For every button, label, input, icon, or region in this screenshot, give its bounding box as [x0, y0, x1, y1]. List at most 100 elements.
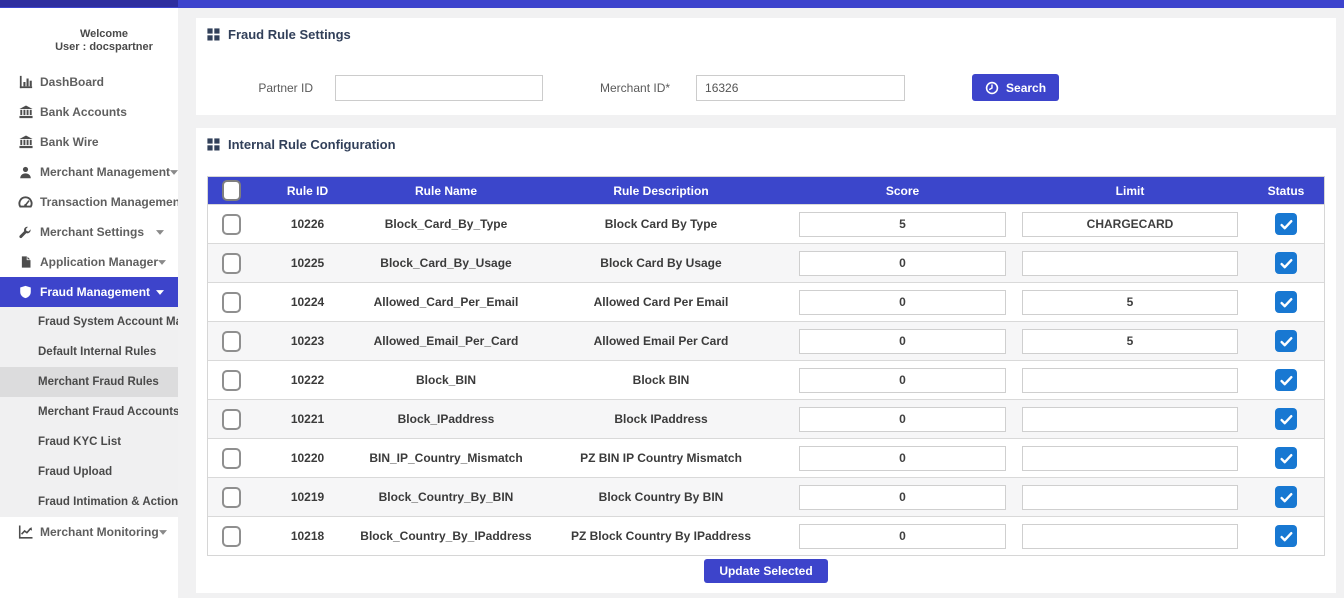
row-checkbox[interactable]	[222, 487, 241, 508]
rule-name-cell: Block_Card_By_Type	[361, 205, 531, 243]
fraud-management-submenu: Fraud System Account Master Default Inte…	[0, 307, 178, 517]
score-input[interactable]	[799, 251, 1006, 276]
top-bar-left-segment	[0, 0, 178, 7]
score-input[interactable]	[799, 446, 1006, 471]
check-icon	[1279, 451, 1294, 466]
sidebar-subitem-label: Fraud Intimation & Action	[38, 496, 178, 508]
status-checkbox[interactable]	[1275, 486, 1297, 508]
score-input[interactable]	[799, 329, 1006, 354]
sidebar-item[interactable]: Transaction Management	[0, 187, 178, 217]
rule-description-cell: Block Card By Type	[531, 205, 791, 243]
row-checkbox[interactable]	[222, 448, 241, 469]
rule-id-cell: 10218	[254, 517, 361, 555]
sidebar-subitem[interactable]: Merchant Fraud Accounts	[0, 397, 178, 427]
score-input[interactable]	[799, 212, 1006, 237]
sidebar-item[interactable]: Bank Accounts	[0, 97, 178, 127]
rule-name-cell: Block_IPaddress	[361, 400, 531, 438]
score-input[interactable]	[799, 485, 1006, 510]
status-checkbox[interactable]	[1275, 408, 1297, 430]
sidebar-subitem[interactable]: Fraud KYC List	[0, 427, 178, 457]
caret-down-icon	[156, 230, 164, 235]
sidebar-item-label: Application Manager	[40, 255, 158, 269]
sidebar-item[interactable]: Fraud Management	[0, 277, 178, 307]
sidebar-item[interactable]: Merchant Monitoring	[0, 517, 178, 547]
sidebar-item[interactable]: DashBoard	[0, 67, 178, 97]
table-row: 10225 Block_Card_By_Usage Block Card By …	[208, 243, 1324, 282]
limit-input[interactable]	[1022, 251, 1238, 276]
status-checkbox[interactable]	[1275, 213, 1297, 235]
sidebar-subitem[interactable]: Default Internal Rules	[0, 337, 178, 367]
sidebar-subitem[interactable]: Fraud Upload	[0, 457, 178, 487]
rule-name-cell: Block_Country_By_IPaddress	[361, 517, 531, 555]
check-icon	[1279, 529, 1294, 544]
sidebar-item[interactable]: Merchant Settings	[0, 217, 178, 247]
select-all-checkbox[interactable]	[222, 180, 241, 201]
welcome-user: User : docspartner	[30, 41, 178, 54]
sidebar: Welcome User : docspartner DashBoard Ban…	[0, 8, 178, 598]
status-checkbox[interactable]	[1275, 447, 1297, 469]
sidebar-item-label: Merchant Monitoring	[40, 525, 159, 539]
sidebar-item-label: Merchant Management	[40, 165, 170, 179]
rule-description-cell: Block IPaddress	[531, 400, 791, 438]
search-button-label: Search	[1006, 81, 1046, 95]
caret-down-icon	[156, 290, 164, 295]
rule-id-cell: 10226	[254, 205, 361, 243]
rule-description-cell: Block Country By BIN	[531, 478, 791, 516]
sidebar-item[interactable]: Application Manager	[0, 247, 178, 277]
status-checkbox[interactable]	[1275, 291, 1297, 313]
sidebar-subitem-label: Fraud System Account Master	[38, 316, 178, 328]
score-input[interactable]	[799, 290, 1006, 315]
limit-input[interactable]	[1022, 485, 1238, 510]
limit-input[interactable]	[1022, 368, 1238, 393]
rule-description-cell: PZ BIN IP Country Mismatch	[531, 439, 791, 477]
bank-icon	[17, 135, 34, 149]
sidebar-item[interactable]: Merchant Management	[0, 157, 178, 187]
row-checkbox[interactable]	[222, 214, 241, 235]
score-input[interactable]	[799, 407, 1006, 432]
partner-id-input[interactable]	[335, 75, 543, 101]
table-row: 10219 Block_Country_By_BIN Block Country…	[208, 477, 1324, 516]
sidebar-subitem[interactable]: Fraud System Account Master	[0, 307, 178, 337]
limit-input[interactable]	[1022, 407, 1238, 432]
check-icon	[1279, 412, 1294, 427]
row-checkbox[interactable]	[222, 409, 241, 430]
status-checkbox[interactable]	[1275, 525, 1297, 547]
internal-rule-configuration-panel: Internal Rule Configuration Rule ID Rule…	[196, 128, 1336, 593]
merchant-id-input[interactable]	[696, 75, 905, 101]
rule-name-cell: Block_Country_By_BIN	[361, 478, 531, 516]
caret-down-icon	[159, 530, 167, 535]
score-input[interactable]	[799, 524, 1006, 549]
limit-input[interactable]	[1022, 212, 1238, 237]
update-selected-button[interactable]: Update Selected	[704, 559, 827, 583]
search-button[interactable]: Search	[972, 74, 1059, 101]
limit-input[interactable]	[1022, 446, 1238, 471]
rules-table: Rule ID Rule Name Rule Description Score…	[207, 176, 1325, 556]
rule-description-cell: Block BIN	[531, 361, 791, 399]
table-header: Rule ID Rule Name Rule Description Score…	[208, 177, 1324, 204]
limit-input[interactable]	[1022, 329, 1238, 354]
sidebar-item-label: Bank Accounts	[40, 105, 127, 119]
column-header-rule-name: Rule Name	[361, 177, 531, 204]
limit-input[interactable]	[1022, 524, 1238, 549]
score-input[interactable]	[799, 368, 1006, 393]
sidebar-item[interactable]: Bank Wire	[0, 127, 178, 157]
status-checkbox[interactable]	[1275, 252, 1297, 274]
panel-title: Fraud Rule Settings	[196, 18, 1336, 42]
column-header-limit: Limit	[1014, 177, 1246, 204]
fraud-rule-settings-panel: Fraud Rule Settings Partner ID Merchant …	[196, 18, 1336, 115]
row-checkbox[interactable]	[222, 526, 241, 547]
status-checkbox[interactable]	[1275, 330, 1297, 352]
rule-id-cell: 10225	[254, 244, 361, 282]
row-checkbox[interactable]	[222, 292, 241, 313]
sidebar-subitem[interactable]: Fraud Intimation & Action	[0, 487, 178, 517]
clock-icon	[985, 81, 999, 95]
table-row: 10220 BIN_IP_Country_Mismatch PZ BIN IP …	[208, 438, 1324, 477]
column-header-rule-description: Rule Description	[531, 177, 791, 204]
limit-input[interactable]	[1022, 290, 1238, 315]
rule-description-cell: PZ Block Country By IPaddress	[531, 517, 791, 555]
status-checkbox[interactable]	[1275, 369, 1297, 391]
row-checkbox[interactable]	[222, 331, 241, 352]
row-checkbox[interactable]	[222, 253, 241, 274]
sidebar-subitem[interactable]: Merchant Fraud Rules	[0, 367, 178, 397]
row-checkbox[interactable]	[222, 370, 241, 391]
